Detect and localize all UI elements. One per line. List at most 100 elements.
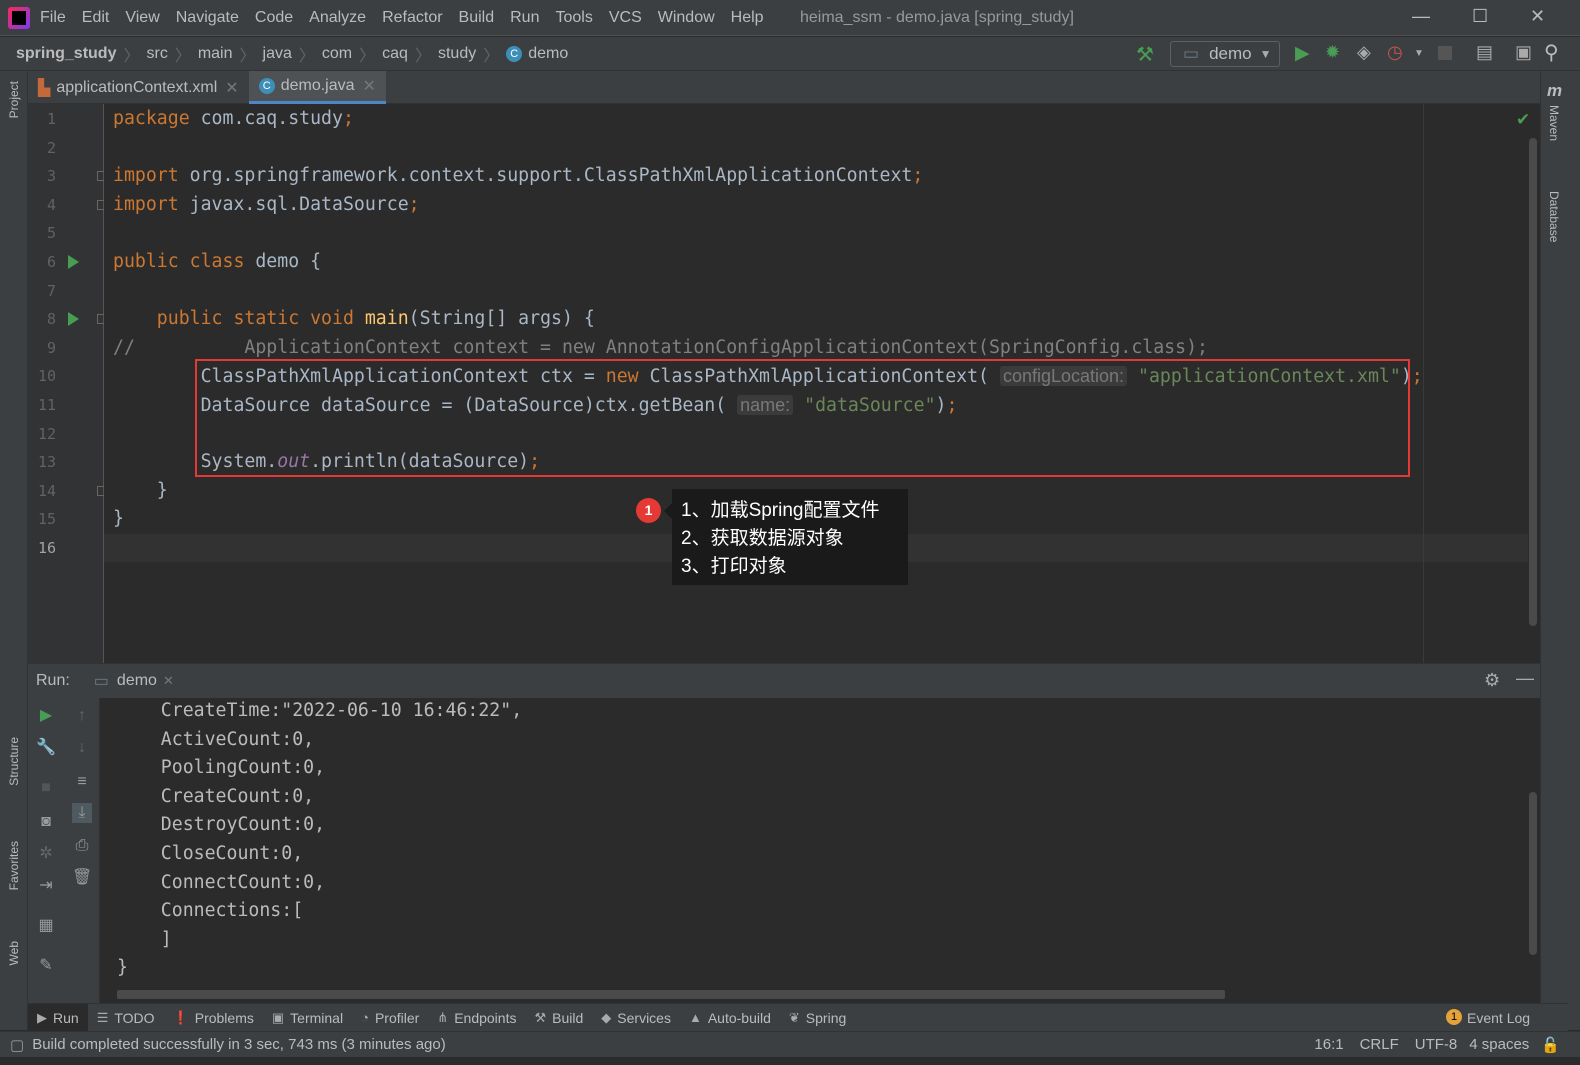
menu-refactor[interactable]: Refactor <box>382 9 442 27</box>
breadcrumb-item[interactable]: spring_study <box>16 45 116 63</box>
close-window-icon[interactable]: ✕ <box>1530 6 1545 27</box>
rerun-icon[interactable]: ▶ <box>36 706 56 726</box>
chevron-down-icon[interactable]: ▼ <box>1414 48 1424 59</box>
tool-project[interactable]: Project <box>7 81 21 118</box>
layout-toggle-icon[interactable]: ▢ <box>10 1036 24 1054</box>
soft-wrap-icon[interactable]: ≡ <box>72 772 92 792</box>
run-gutter-icon[interactable] <box>68 255 79 269</box>
menu-view[interactable]: View <box>125 9 159 27</box>
tool-maven[interactable]: Maven <box>1547 105 1561 141</box>
menu-help[interactable]: Help <box>731 9 764 27</box>
minimize-icon[interactable]: — <box>1412 6 1430 27</box>
run-config-select[interactable]: ▭ demo ▼ <box>1170 41 1280 67</box>
trash-icon[interactable]: 🗑 <box>72 868 92 888</box>
file-encoding[interactable]: UTF-8 <box>1415 1036 1458 1053</box>
line-separator[interactable]: CRLF <box>1360 1036 1399 1053</box>
print-icon[interactable]: ⎙ <box>72 836 92 856</box>
close-icon[interactable]: ✕ <box>225 78 238 98</box>
menu-vcs[interactable]: VCS <box>609 9 642 27</box>
run-gutter-icon[interactable] <box>68 312 79 327</box>
status-message[interactable]: Build completed successfully in 3 sec, 7… <box>32 1036 446 1053</box>
tool-window-label: Services <box>617 1009 671 1026</box>
menu-tools[interactable]: Tools <box>555 9 592 27</box>
endpoints-icon: ⋔ <box>437 1009 449 1025</box>
maximize-icon[interactable]: ☐ <box>1472 6 1488 27</box>
status-bar: ▢ Build completed successfully in 3 sec,… <box>0 1031 1580 1057</box>
breadcrumb-item[interactable]: java <box>263 45 292 63</box>
console-vertical-scrollbar[interactable] <box>1529 792 1537 955</box>
minimize-panel-icon[interactable]: — <box>1516 668 1534 689</box>
event-log-button[interactable]: Event Log <box>1467 1010 1530 1026</box>
search-icon[interactable]: ⚲ <box>1544 40 1559 65</box>
project-structure-icon[interactable]: ▤ <box>1476 42 1493 63</box>
tool-window-services[interactable]: ◆ Services <box>592 1004 680 1032</box>
camera-icon[interactable]: ◙ <box>36 812 56 832</box>
console-line: } <box>117 957 128 979</box>
line-number: 15 <box>37 510 56 529</box>
tool-window-problems[interactable]: ❗ Problems <box>164 1004 263 1032</box>
breadcrumb-item[interactable]: src <box>146 45 167 63</box>
console-output[interactable]: CreateTime:"2022-06-10 16:46:22", Active… <box>100 698 1540 1003</box>
tool-window-build[interactable]: ⚒ Build <box>525 1004 592 1032</box>
tool-window-profiler[interactable]: ◔ Profiler <box>352 1004 428 1032</box>
breadcrumb-item[interactable]: study <box>438 45 476 63</box>
menu-build[interactable]: Build <box>459 9 495 27</box>
tab-demo-java[interactable]: C demo.java ✕ <box>248 71 386 104</box>
tool-window-todo[interactable]: ☰ TODO <box>88 1004 164 1032</box>
lock-icon[interactable]: 🔓 <box>1541 1036 1560 1054</box>
arrow-down-icon[interactable]: ↓ <box>72 738 92 758</box>
tool-window-auto-build[interactable]: ▲ Auto-build <box>680 1004 780 1032</box>
indent-setting[interactable]: 4 spaces <box>1469 1036 1529 1053</box>
exit-icon[interactable]: ⇥ <box>36 876 56 896</box>
tab-applicationcontext-xml[interactable]: ▙ applicationContext.xml ✕ <box>28 71 249 104</box>
breadcrumb-item[interactable]: demo <box>528 45 568 63</box>
tool-structure[interactable]: Structure <box>7 737 21 786</box>
menu-file[interactable]: File <box>40 9 66 27</box>
menu-navigate[interactable]: Navigate <box>176 9 239 27</box>
alert-icon: ❗ <box>172 1009 189 1025</box>
menu-run[interactable]: Run <box>510 9 539 27</box>
run-tab-demo[interactable]: demo <box>117 672 157 690</box>
hammer-icon: ⚒ <box>534 1009 547 1025</box>
console-horizontal-scrollbar[interactable] <box>117 990 1225 999</box>
layout-icon[interactable]: ▦ <box>36 916 56 936</box>
stop-icon[interactable] <box>1438 46 1452 60</box>
menu-edit[interactable]: Edit <box>82 9 110 27</box>
code-token: import <box>113 193 190 215</box>
tool-window-spring[interactable]: ❦ Spring <box>780 1004 855 1032</box>
tool-favorites[interactable]: Favorites <box>7 841 21 890</box>
gear-icon[interactable]: ⚙ <box>1484 670 1500 691</box>
line-number: 10 <box>37 367 56 386</box>
tool-window-endpoints[interactable]: ⋔ Endpoints <box>428 1004 525 1032</box>
arrow-up-icon[interactable]: ↑ <box>72 706 92 726</box>
code-token: javax.sql.DataSource <box>189 193 409 215</box>
tool-database[interactable]: Database <box>1547 191 1561 242</box>
run-icon[interactable]: ▶ <box>1295 42 1310 65</box>
tool-window-label: Endpoints <box>454 1009 517 1026</box>
settings-icon[interactable]: ✲ <box>36 844 56 864</box>
build-hammer-icon[interactable]: ⚒ <box>1136 42 1154 67</box>
breadcrumb-separator-icon: 〉 <box>483 47 500 65</box>
pin-icon[interactable]: ✎ <box>36 956 56 976</box>
menu-code[interactable]: Code <box>255 9 293 27</box>
menu-analyze[interactable]: Analyze <box>309 9 366 27</box>
breadcrumb-item[interactable]: caq <box>382 45 408 63</box>
editor-scrollbar[interactable] <box>1529 138 1537 626</box>
caret-position[interactable]: 16:1 <box>1314 1036 1343 1053</box>
tool-web[interactable]: Web <box>7 941 21 965</box>
stop-icon[interactable]: ■ <box>36 778 56 798</box>
close-icon[interactable]: ✕ <box>363 76 376 96</box>
run-anything-icon[interactable]: ▣ <box>1515 42 1532 63</box>
tool-window-terminal[interactable]: ▣ Terminal <box>263 1004 352 1032</box>
breadcrumb-item[interactable]: com <box>322 45 352 63</box>
tool-window-run[interactable]: ▶ Run <box>28 1003 88 1032</box>
breadcrumb-item[interactable]: main <box>198 45 233 63</box>
menu-window[interactable]: Window <box>658 9 715 27</box>
leaf-icon: ❦ <box>788 1009 800 1025</box>
wrench-icon[interactable]: 🔧 <box>36 738 56 758</box>
coverage-icon[interactable]: ◈ <box>1357 42 1371 63</box>
close-icon[interactable]: ✕ <box>163 673 174 689</box>
profile-icon[interactable]: ◷ <box>1387 42 1403 63</box>
debug-bug-icon[interactable]: ✹ <box>1325 42 1340 63</box>
scroll-to-end-icon[interactable]: ⤓ <box>72 803 92 823</box>
